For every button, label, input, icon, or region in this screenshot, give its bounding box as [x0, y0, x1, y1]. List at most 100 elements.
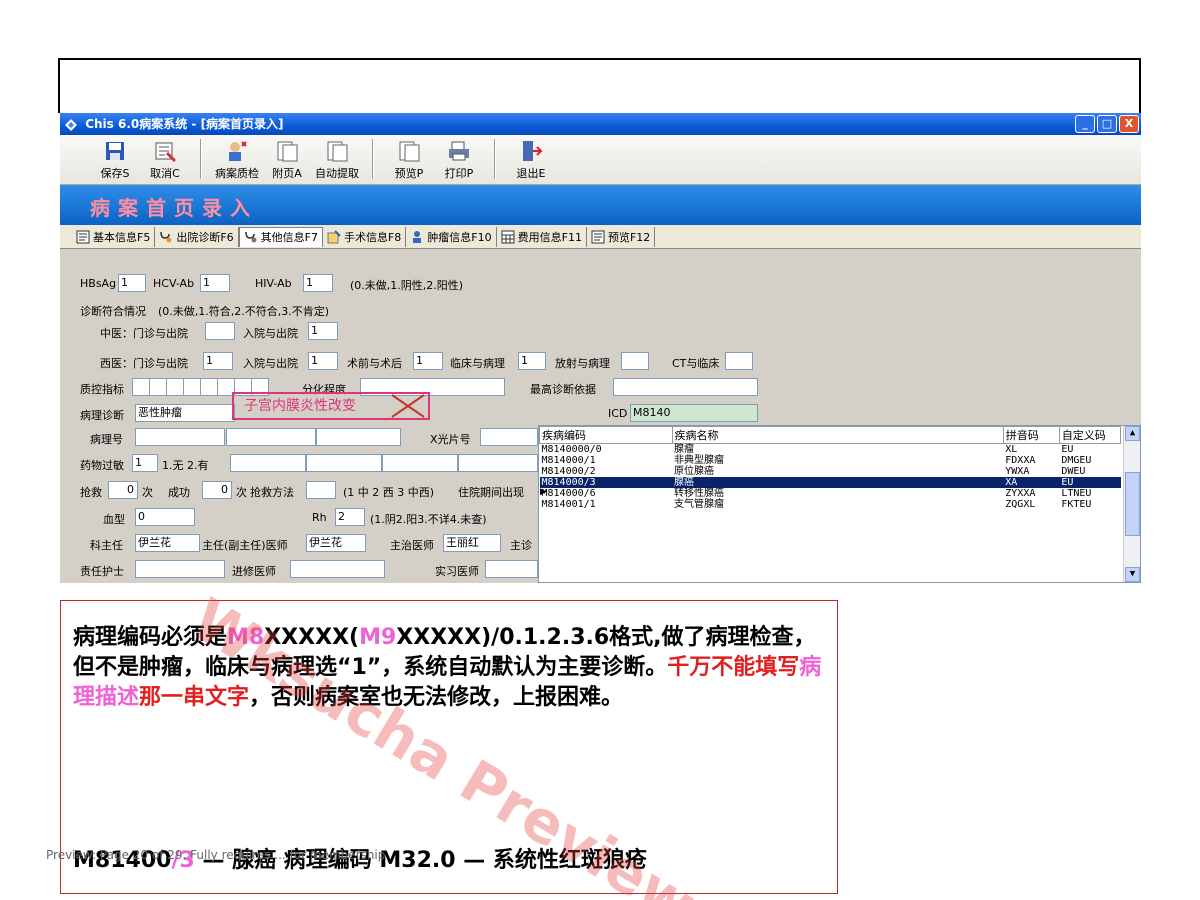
path-no-input[interactable]: [135, 428, 225, 446]
success-input[interactable]: 0: [202, 481, 232, 499]
path-no-input-2[interactable]: [226, 428, 316, 446]
disease-name: 原位腺癌: [674, 466, 714, 477]
qc-box[interactable]: [183, 378, 201, 396]
rh-input[interactable]: 2: [335, 508, 365, 526]
rescue-input[interactable]: 0: [108, 481, 138, 499]
preview-icon: [399, 141, 420, 162]
quality-check-button[interactable]: 病案质检: [212, 139, 262, 181]
tab-label: 费用信息F11: [517, 230, 582, 244]
allergy-input[interactable]: 1: [132, 454, 158, 472]
print-label: 打印P: [444, 167, 474, 180]
highest-basis-input[interactable]: [613, 378, 758, 396]
diag-match-label: 诊断符合情况: [80, 305, 146, 318]
tab-discharge-diagnosis[interactable]: 出院诊断F6: [155, 226, 239, 247]
tab-surgery-info[interactable]: 手术信息F8: [323, 226, 407, 247]
custom-code: EU: [1061, 444, 1074, 455]
col-custom-code[interactable]: 自定义码: [1058, 426, 1122, 444]
blood-input[interactable]: 0: [135, 508, 195, 526]
cancel-button[interactable]: 取消C: [140, 139, 190, 181]
cancel-label: 取消C: [150, 167, 180, 180]
note-text: 病理编码必须是: [73, 625, 228, 650]
disease-name: 腺瘤: [674, 444, 694, 455]
allergy-detail-input-3[interactable]: [382, 454, 458, 472]
cross-mark-icon: [391, 394, 425, 418]
exit-button[interactable]: 退出E: [506, 139, 556, 181]
nurse-input[interactable]: [135, 560, 225, 578]
tab-basic-info[interactable]: 基本信息F5: [72, 226, 156, 247]
radio-path-input[interactable]: [621, 352, 649, 370]
app-window: Chis 6.0病案系统 - [病案首页录入] _ □ X 保存S 取消C 病案…: [60, 113, 1141, 583]
close-button[interactable]: X: [1119, 115, 1139, 133]
table-row[interactable]: M8140000/0 腺瘤 XL EU: [540, 444, 1121, 456]
wm-input[interactable]: 1: [203, 352, 233, 370]
rescue-label: 抢救: [80, 486, 102, 499]
wm-label: 西医：门诊与出院: [100, 357, 188, 370]
dept-head-label: 科主任: [90, 539, 123, 552]
clin-path-label: 临床与病理: [450, 357, 505, 370]
hcv-input[interactable]: 1: [200, 274, 230, 292]
auto-extract-label: 自动提取: [315, 167, 359, 180]
stethoscope-icon: [244, 231, 257, 243]
scroll-down-icon[interactable]: ▼: [1125, 567, 1140, 582]
scroll-thumb[interactable]: [1125, 472, 1140, 536]
xray-label: X光片号: [430, 433, 471, 446]
custom-code: FKTEU: [1061, 499, 1092, 510]
preview-button[interactable]: 预览P: [384, 139, 434, 181]
banner: 病案首页录入: [60, 185, 1141, 225]
rh-hint: (1.阴2.阳3.不详4.未查): [370, 513, 487, 526]
tumor-icon: [413, 230, 422, 243]
attachment-page-button[interactable]: 附页A: [262, 139, 312, 181]
tcm-admit-input[interactable]: 1: [308, 322, 338, 340]
attachment-page-icon: [277, 141, 298, 162]
col-disease-name[interactable]: 疾病名称: [671, 426, 1004, 444]
allergy-detail-input-4[interactable]: [458, 454, 538, 472]
maximize-button[interactable]: □: [1097, 115, 1117, 133]
col-disease-code[interactable]: 疾病编码: [539, 426, 673, 444]
table-row[interactable]: M814000/1 非典型腺瘤 FDXXA DMGEU: [540, 455, 1121, 466]
tcm-input[interactable]: [205, 322, 235, 340]
table-row[interactable]: M814000/2 原位腺癌 YWXA DWEU: [540, 466, 1121, 477]
tab-preview[interactable]: 预览F12: [587, 226, 656, 247]
print-button[interactable]: 打印P: [434, 139, 484, 181]
hiv-input[interactable]: 1: [303, 274, 333, 292]
save-label: 保存S: [100, 167, 130, 180]
refresher-input[interactable]: [290, 560, 385, 578]
col-pinyin[interactable]: 拼音码: [1002, 426, 1060, 444]
save-button[interactable]: 保存S: [90, 139, 140, 181]
note-text: XXXXX(: [264, 625, 360, 650]
qc-box[interactable]: [200, 378, 218, 396]
main-doctor-label: 主诊: [510, 539, 532, 552]
wm-admit-input[interactable]: 1: [308, 352, 338, 370]
table-row[interactable]: M814001/1 支气管腺瘤 ZQGXL FKTEU: [540, 499, 1121, 510]
popup-scrollbar[interactable]: ▲ ▼: [1123, 426, 1140, 582]
hbsag-input[interactable]: 1: [118, 274, 146, 292]
auto-extract-button[interactable]: 自动提取: [312, 139, 362, 181]
icd-input[interactable]: M8140: [630, 404, 758, 422]
cancel-icon: [155, 142, 177, 163]
attending-input[interactable]: 王丽红: [443, 534, 501, 552]
tab-cost-info[interactable]: 费用信息F11: [497, 226, 587, 247]
dept-head-input[interactable]: 伊兰花: [135, 534, 200, 552]
allergy-detail-input[interactable]: [230, 454, 306, 472]
path-no-input-3[interactable]: [316, 428, 401, 446]
qc-box[interactable]: [166, 378, 184, 396]
tab-label: 出院诊断F6: [176, 230, 234, 244]
tab-tumor-info[interactable]: 肿瘤信息F10: [406, 226, 497, 247]
qc-box[interactable]: [149, 378, 167, 396]
table-row-selected[interactable]: M814000/3 腺癌 XA EU: [539, 477, 1121, 488]
ct-input[interactable]: [725, 352, 753, 370]
minimize-button[interactable]: _: [1075, 115, 1095, 133]
tab-label: 手术信息F8: [343, 230, 402, 244]
xray-input[interactable]: [480, 428, 538, 446]
allergy-detail-input-2[interactable]: [306, 454, 382, 472]
intern-input[interactable]: [485, 560, 538, 578]
scroll-up-icon[interactable]: ▲: [1125, 426, 1140, 441]
chief-input[interactable]: 伊兰花: [306, 534, 366, 552]
table-row[interactable]: M814000/6 转移性腺癌 ZYXXA LTNEU: [540, 488, 1121, 499]
clin-path-input[interactable]: 1: [518, 352, 546, 370]
tab-other-info[interactable]: 其他信息F7: [238, 226, 323, 247]
preop-input[interactable]: 1: [413, 352, 443, 370]
path-diag-input[interactable]: 恶性肿瘤: [135, 404, 235, 422]
qc-box[interactable]: [132, 378, 150, 396]
rescue-method-input[interactable]: [306, 481, 336, 499]
